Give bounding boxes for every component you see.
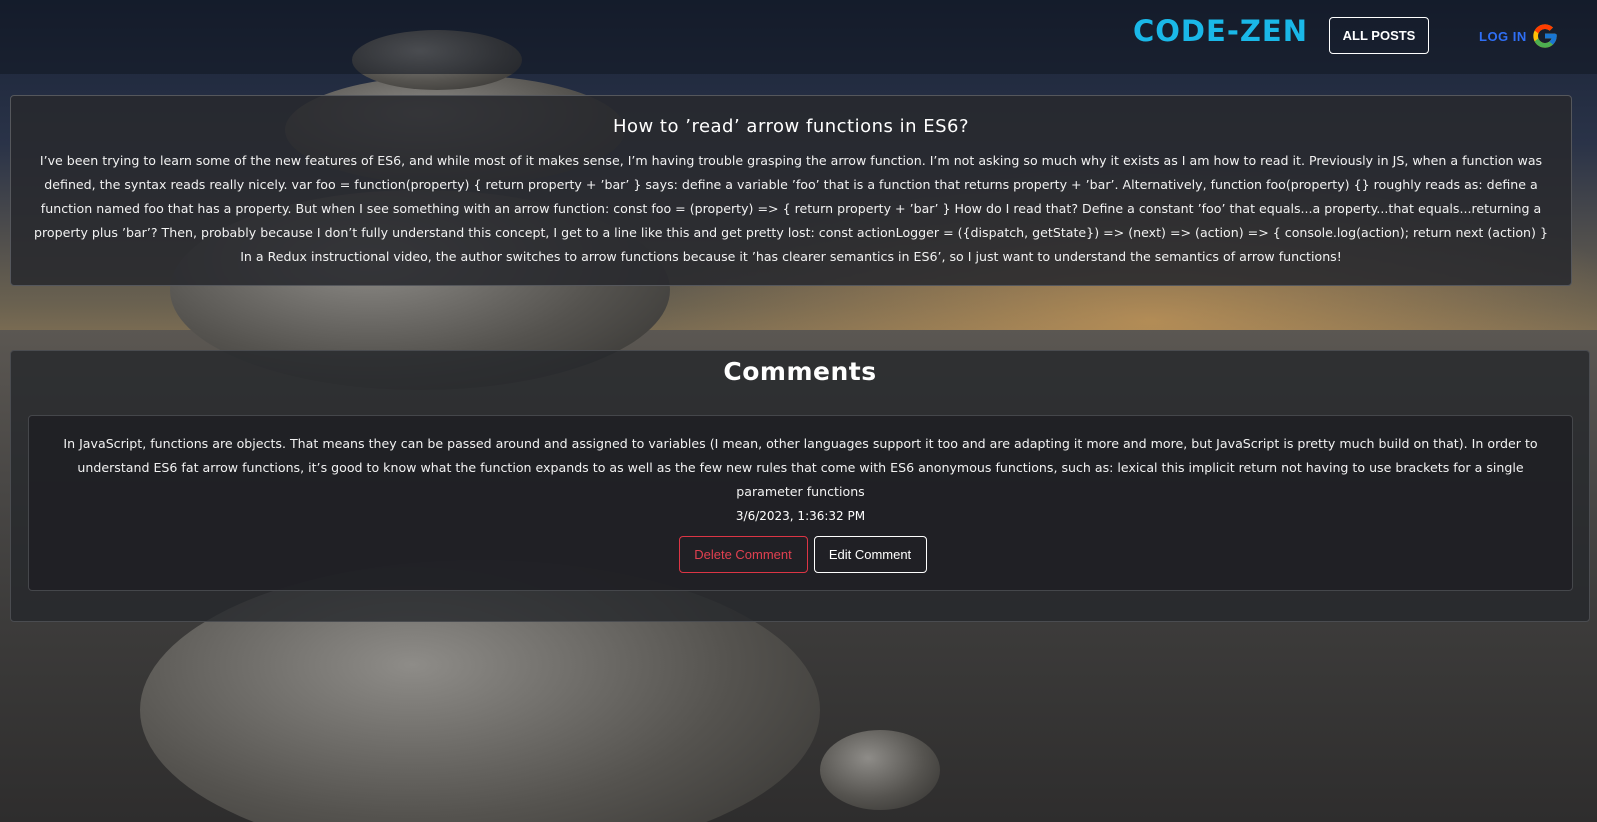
post-card: How to ’read’ arrow functions in ES6? I’… (10, 95, 1572, 286)
login-button[interactable]: LOG IN (1479, 22, 1559, 50)
comment-body: In JavaScript, functions are objects. Th… (63, 436, 1538, 499)
top-navbar: CODE-ZEN ALL POSTS LOG IN (0, 0, 1597, 74)
post-body: I’ve been trying to learn some of the ne… (34, 153, 1548, 264)
comments-heading: Comments (723, 357, 877, 386)
comments-section: Comments In JavaScript, functions are ob… (10, 350, 1590, 622)
comment-timestamp: 3/6/2023, 1:36:32 PM (735, 509, 866, 523)
comment-actions: Delete Comment Edit Comment (33, 536, 1572, 573)
edit-comment-button[interactable]: Edit Comment (813, 536, 927, 573)
brand-logo[interactable]: CODE-ZEN (1133, 14, 1308, 48)
google-icon (1531, 22, 1559, 50)
delete-comment-button[interactable]: Delete Comment (678, 536, 808, 573)
comment-card: In JavaScript, functions are objects. Th… (28, 415, 1573, 591)
background-stone (820, 730, 940, 810)
all-posts-button[interactable]: ALL POSTS (1329, 17, 1429, 54)
login-label: LOG IN (1479, 28, 1527, 44)
post-title: How to ’read’ arrow functions in ES6? (612, 116, 970, 137)
